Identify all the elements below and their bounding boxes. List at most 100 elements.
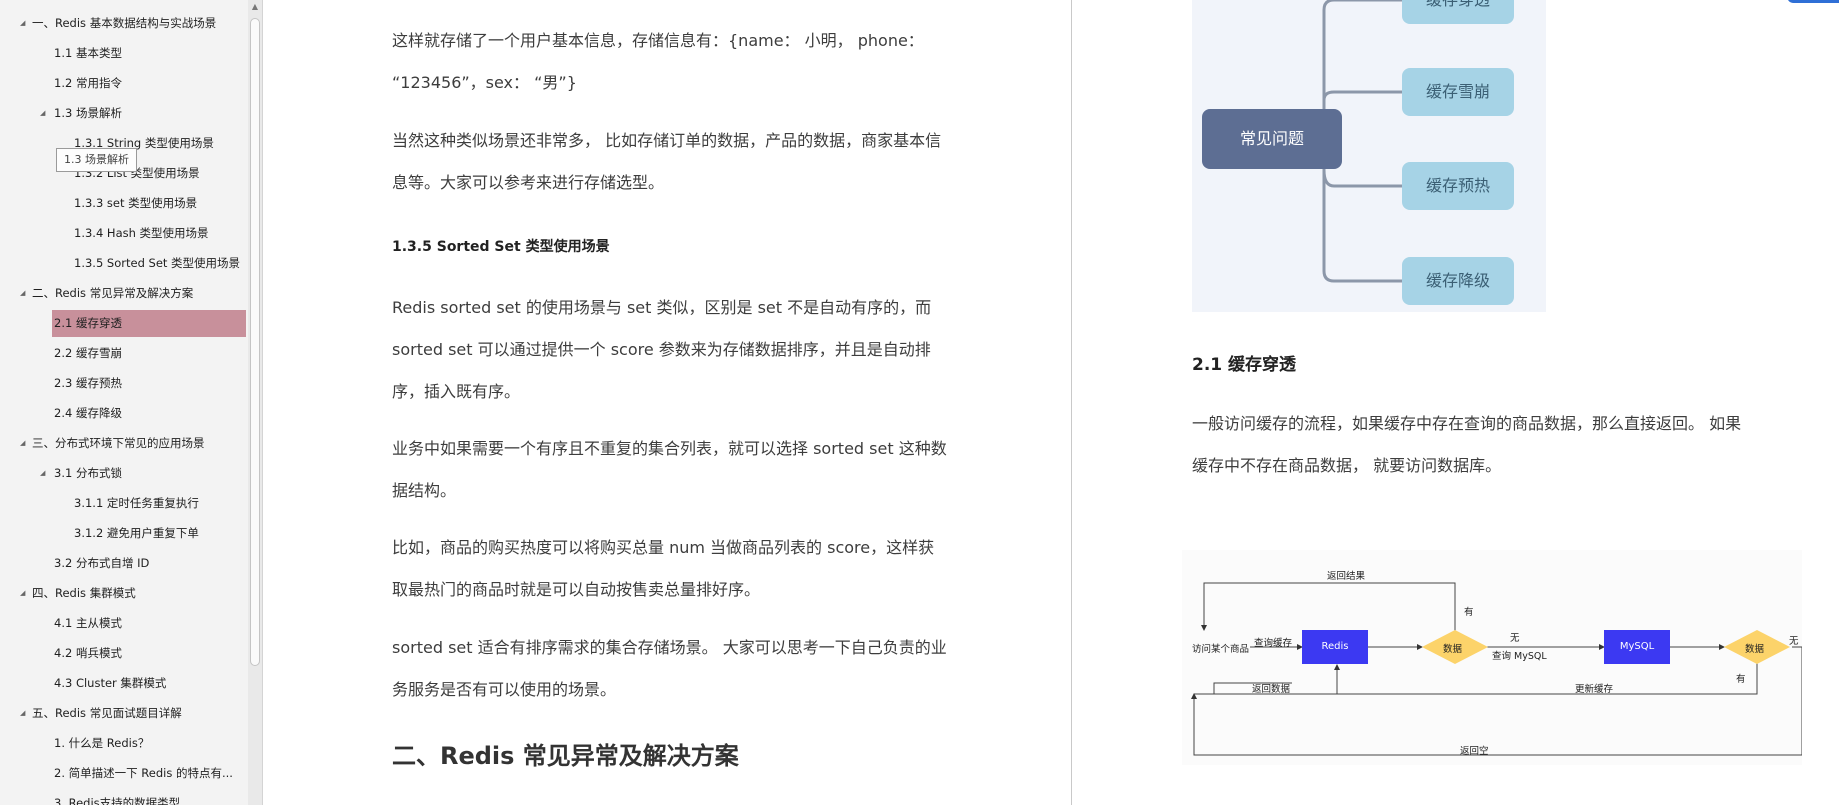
toc-item[interactable]: ◢ 二、Redis 常见异常及解决方案 [0,279,248,307]
paragraph-sorted-set-summary: sorted set 适合有排序需求的集合存储场景。 大家可以思考一下自己负责的… [392,627,947,711]
toc-item[interactable]: ◢ 三、分布式环境下常见的应用场景 [0,429,248,457]
scrollbar-thumb[interactable] [250,18,260,666]
toc-item-label: 2.2 缓存雪崩 [54,346,122,360]
toc-tooltip: 1.3 场景解析 [56,148,137,172]
toc-item[interactable]: 3.1.2 避免用户重复下单 [0,519,248,547]
toc-item-label: 3.1.1 定时任务重复执行 [74,496,199,510]
toc-item-label: 1.1 基本类型 [54,46,122,60]
toc-item-label: 一、Redis 基本数据结构与实战场景 [32,16,217,30]
text-line: 取最热门的商品时就是可以自动按售卖总量排好序。 [392,580,761,599]
toc-item-label: 3.1.2 避免用户重复下单 [74,526,199,540]
toc-item[interactable]: 4.3 Cluster 集群模式 [0,669,248,697]
expand-triangle-icon[interactable]: ◢ [20,279,25,307]
toc-item[interactable]: ◢ 一、Redis 基本数据结构与实战场景 [0,9,248,37]
text-line: sorted set 可以通过提供一个 score 参数来为存储数据排序，并且是… [392,340,931,359]
toc-sidebar: ◢ 一、Redis 基本数据结构与实战场景 1.1 基本类型 1.2 常用指令 ◢ 1.3… [0,0,263,805]
mindmap-node-cache-warmup: 缓存预热 [1402,162,1514,210]
toc-item-label: 四、Redis 集群模式 [32,586,136,600]
toc-item[interactable]: 2. 简单描述一下 Redis 的特点有... [0,759,248,787]
toc-item-label: 1. 什么是 Redis？ [54,736,150,750]
toc-item[interactable]: 1.3.5 Sorted Set 类型使用场景 [0,249,248,277]
toc-item-label: 1.2 常用指令 [54,76,122,90]
text-line: 序，插入既有序。 [392,382,521,401]
toc-item-label: 1.3.3 set 类型使用场景 [74,196,198,210]
text-line: 一般访问缓存的流程，如果缓存中存在查询的商品数据，那么直接返回。 如果 [1192,414,1742,433]
flow-box-redis: Redis [1302,630,1368,664]
paragraph-hot-products: 比如，商品的购买热度可以将购买总量 num 当做商品列表的 score，这样获 … [392,527,934,611]
text-line: 比如，商品的购买热度可以将购买总量 num 当做商品列表的 score，这样获 [392,538,935,557]
toc-item[interactable]: 3.1.1 定时任务重复执行 [0,489,248,517]
mindmap-node-cache-degrade: 缓存降级 [1402,257,1514,305]
toc-scrollbar[interactable]: ▲ [248,0,262,805]
toc-item-label: 三、分布式环境下常见的应用场景 [32,436,205,450]
toc-item-label: 1.3.5 Sorted Set 类型使用场景 [74,256,241,270]
paragraph-similar-scenarios: 当然这种类似场景还非常多， 比如存储订单的数据，产品的数据，商家基本信 息等。大… [392,120,941,204]
scroll-up-arrow-icon[interactable]: ▲ [248,0,262,14]
toc-item[interactable]: 3.2 分布式自增 ID [0,549,248,577]
text-line: 务服务是否有可以使用的场景。 [392,680,617,699]
toc-item[interactable]: ◢ 3.1 分布式锁 [0,459,248,487]
toc-item[interactable]: 4.2 哨兵模式 [0,639,248,667]
text-line: “123456”，sex： “男”} [392,73,577,92]
mindmap-node-cache-penetration: 缓存穿透 [1402,0,1514,24]
document-page-left: 这样就存储了一个用户基本信息，存储信息有：{name： 小明， phone： “… [272,0,1072,805]
toc-item[interactable]: 2.4 缓存降级 [0,399,248,427]
toc-item-label: 五、Redis 常见面试题目详解 [32,706,182,720]
toc-item-label: 1.3.4 Hash 类型使用场景 [74,226,209,240]
flow-box-mysql: MySQL [1604,630,1670,664]
paragraph-sorted-set-usage: Redis sorted set 的使用场景与 set 类似，区别是 set 不… [392,287,931,413]
text-line: 息等。大家可以参考来进行存储选型。 [392,173,665,192]
toc-item[interactable]: 2.3 缓存预热 [0,369,248,397]
toc-item[interactable]: 1.3.4 Hash 类型使用场景 [0,219,248,247]
heading-sorted-set: 1.3.5 Sorted Set 类型使用场景 [392,239,610,255]
flow-label-start: 访问某个商品 [1192,644,1250,655]
toc-item[interactable]: 4.1 主从模式 [0,609,248,637]
text-line: 据结构。 [392,481,457,500]
toc-item[interactable]: ◢ 1.3 场景解析 [0,99,248,127]
toc-item[interactable]: 2.2 缓存雪崩 [0,339,248,367]
expand-triangle-icon[interactable]: ◢ [20,579,25,607]
text-line: Redis sorted set 的使用场景与 set 类似，区别是 set 不… [392,298,932,317]
toc-item-label: 3.1 分布式锁 [54,466,122,480]
toc-item-label: 3. Redis支持的数据类型 [54,796,181,805]
flow-label-data-1: 数据 [1443,644,1463,655]
toc-item-label: 二、Redis 常见异常及解决方案 [32,286,194,300]
flow-label-has-1: 有 [1464,607,1474,618]
mindmap-node-cache-avalanche: 缓存雪崩 [1402,68,1514,116]
toc-item[interactable]: 1. 什么是 Redis？ [0,729,248,757]
toc-item-label: 2.3 缓存预热 [54,376,122,390]
expand-triangle-icon[interactable]: ◢ [20,699,25,727]
toc-list: ◢ 一、Redis 基本数据结构与实战场景 1.1 基本类型 1.2 常用指令 ◢ 1.3… [0,0,248,805]
expand-triangle-icon[interactable]: ◢ [40,459,45,487]
top-right-indicator [1787,0,1839,3]
toc-item[interactable]: 1.3.3 set 类型使用场景 [0,189,248,217]
flow-label-none-1: 无 [1510,633,1520,644]
flow-label-return-result: 返回结果 [1327,571,1366,582]
text-line: 当然这种类似场景还非常多， 比如存储订单的数据，产品的数据，商家基本信 [392,131,942,150]
flow-label-query-cache: 查询缓存 [1254,638,1293,649]
toc-item-label: 2. 简单描述一下 Redis 的特点有... [54,766,233,780]
expand-triangle-icon[interactable]: ◢ [20,9,25,37]
expand-triangle-icon[interactable]: ◢ [20,429,25,457]
mindmap-figure: 常见问题 缓存穿透 缓存雪崩 缓存预热 缓存降级 [1192,0,1546,312]
heading-cache-penetration: 2.1 缓存穿透 [1192,355,1297,375]
flow-label-return-data: 返回数据 [1252,684,1291,695]
mindmap-root-node: 常见问题 [1202,109,1342,169]
paragraph-cache-flow: 一般访问缓存的流程，如果缓存中存在查询的商品数据，那么直接返回。 如果 缓存中不… [1192,403,1741,487]
paragraph-user-info: 这样就存储了一个用户基本信息，存储信息有：{name： 小明， phone： “… [392,20,924,104]
toc-item-label: 2.1 缓存穿透 [54,316,122,330]
toc-item-label: 1.3 场景解析 [54,106,122,120]
toc-item[interactable]: ◢ 五、Redis 常见面试题目详解 [0,699,248,727]
toc-item-label: 4.1 主从模式 [54,616,122,630]
toc-item[interactable]: 1.2 常用指令 [0,69,248,97]
text-line: 业务中如果需要一个有序且不重复的集合列表，就可以选择 sorted set 这种… [392,439,947,458]
text-line: 这样就存储了一个用户基本信息，存储信息有：{name： 小明， phone： [392,31,924,50]
toc-item[interactable]: 2.1 缓存穿透 [0,309,248,337]
toc-item-label: 4.3 Cluster 集群模式 [54,676,167,690]
toc-item[interactable]: 1.1 基本类型 [0,39,248,67]
toc-item[interactable]: 3. Redis支持的数据类型 [0,789,248,805]
flow-label-none-2: 无 [1789,636,1799,647]
expand-triangle-icon[interactable]: ◢ [40,99,45,127]
toc-item[interactable]: ◢ 四、Redis 集群模式 [0,579,248,607]
heading-chapter-2: 二、Redis 常见异常及解决方案 [392,742,739,770]
